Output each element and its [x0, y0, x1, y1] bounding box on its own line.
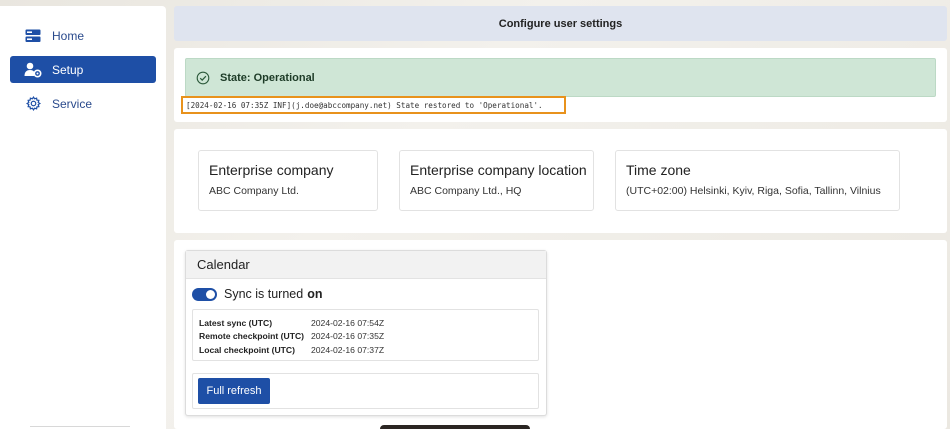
- enterprise-company-card[interactable]: Enterprise company ABC Company Ltd.: [198, 150, 378, 211]
- sync-detail-value: 2024-02-16 07:54Z: [311, 317, 385, 328]
- card-value: (UTC+02:00) Helsinki, Kyiv, Riga, Sofia,…: [626, 185, 881, 197]
- sync-detail-row: Remote checkpoint (UTC) 2024-02-16 07:35…: [199, 330, 538, 344]
- sync-detail-row: Latest sync (UTC) 2024-02-16 07:54Z: [199, 316, 538, 330]
- sidebar-item-label: Home: [52, 28, 85, 43]
- enterprise-location-card[interactable]: Enterprise company location ABC Company …: [399, 150, 594, 211]
- sidebar-item-setup[interactable]: Setup: [10, 56, 156, 83]
- sidebar-item-service[interactable]: Service: [10, 90, 156, 117]
- sync-status-value: on: [307, 287, 323, 301]
- gear-icon: [24, 95, 42, 113]
- sidebar-divider: [30, 426, 130, 427]
- state-label: State: Operational: [220, 71, 315, 84]
- card-title: Enterprise company location: [410, 162, 587, 178]
- sync-detail-key: Remote checkpoint (UTC): [199, 331, 305, 342]
- state-log-line: [2024-02-16 07:35Z INF](j.doe@abccompany…: [181, 96, 566, 114]
- sync-detail-key: Latest sync (UTC): [199, 317, 273, 328]
- sidebar-item-label: Service: [52, 96, 93, 111]
- calendar-card: Calendar Sync is turned on Latest sync (…: [185, 250, 547, 416]
- sync-toggle[interactable]: [192, 287, 217, 301]
- company-panel: Enterprise company ABC Company Ltd. Ente…: [174, 129, 947, 233]
- sync-detail-key: Local checkpoint (UTC): [199, 344, 295, 355]
- check-circle-icon: [196, 71, 210, 85]
- background-shape: [380, 425, 530, 429]
- card-title: Time zone: [626, 162, 691, 178]
- sidebar-item-home[interactable]: Home: [10, 22, 156, 49]
- refresh-section: Full refresh: [192, 373, 539, 409]
- state-panel: State: Operational [2024-02-16 07:35Z IN…: [174, 48, 947, 122]
- page-title: Configure user settings: [174, 6, 947, 41]
- card-title: Enterprise company: [209, 162, 334, 178]
- time-zone-card[interactable]: Time zone (UTC+02:00) Helsinki, Kyiv, Ri…: [615, 150, 900, 211]
- sync-details: Latest sync (UTC) 2024-02-16 07:54Z Remo…: [192, 309, 539, 361]
- calendar-panel: Calendar Sync is turned on Latest sync (…: [174, 240, 947, 429]
- sidebar-item-label: Setup: [52, 62, 84, 77]
- server-icon: [24, 27, 42, 45]
- sync-detail-value: 2024-02-16 07:35Z: [311, 331, 385, 342]
- sidebar: Home Setup Service: [0, 6, 166, 429]
- state-banner: State: Operational: [185, 58, 936, 97]
- sync-status-text: Sync is turned: [224, 287, 304, 301]
- toggle-knob: [206, 289, 215, 299]
- sync-detail-value: 2024-02-16 07:37Z: [311, 344, 385, 355]
- user-gear-icon: [24, 61, 42, 79]
- card-value: ABC Company Ltd.: [209, 185, 299, 197]
- card-value: ABC Company Ltd., HQ: [410, 185, 522, 197]
- full-refresh-button[interactable]: Full refresh: [198, 378, 270, 404]
- sync-detail-row: Local checkpoint (UTC) 2024-02-16 07:37Z: [199, 343, 538, 357]
- calendar-title: Calendar: [186, 251, 546, 279]
- sync-row: Sync is turned on: [192, 287, 323, 301]
